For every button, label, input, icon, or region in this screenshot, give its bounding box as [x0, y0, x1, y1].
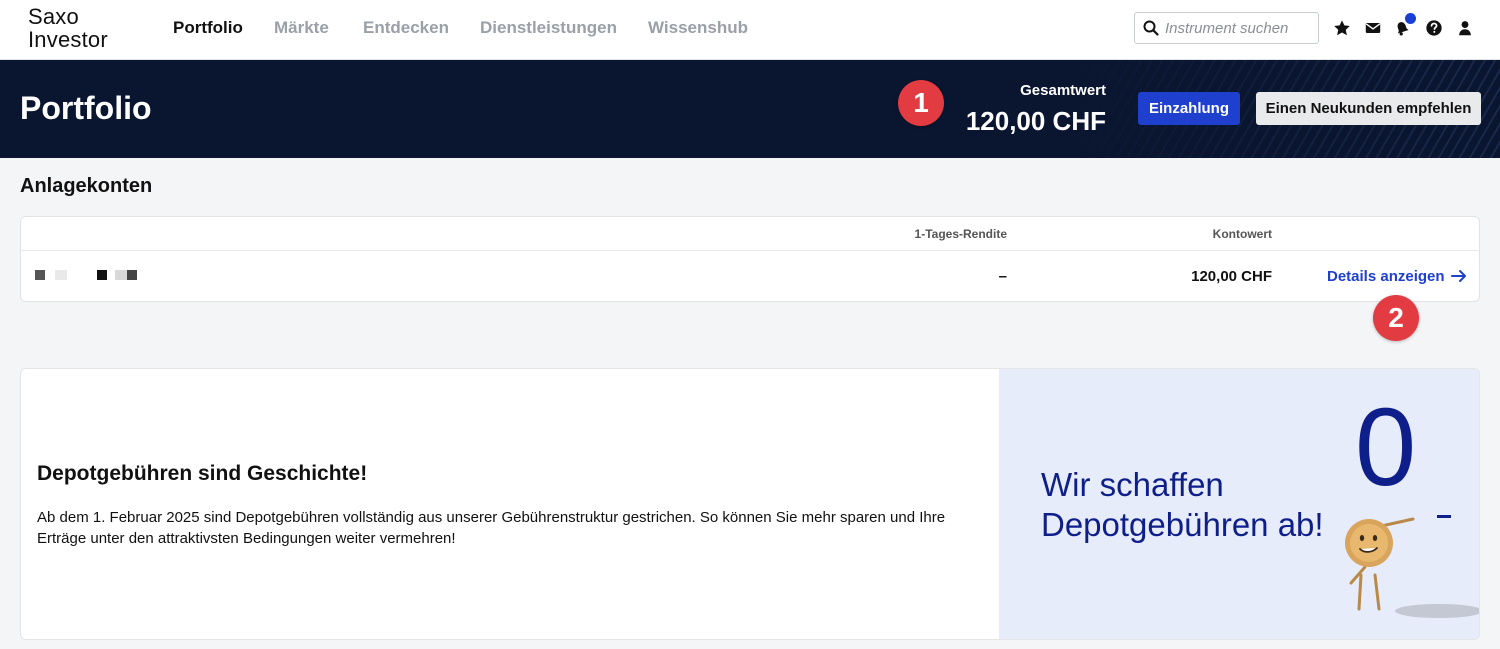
big-zero-figure: 0 — [1355, 386, 1417, 509]
portfolio-header: Portfolio 1 Gesamtwert 120,00 CHF Einzah… — [0, 60, 1500, 158]
callout-marker-1: 1 — [898, 80, 944, 126]
nav-item-entdecken[interactable]: Entdecken — [363, 18, 449, 38]
row-1d-return: – — [998, 268, 1007, 285]
accounts-table-header: 1-Tages-Rendite Kontowert — [21, 217, 1479, 251]
accounts-section-title: Anlagekonten — [20, 175, 153, 197]
search-input[interactable] — [1165, 18, 1315, 38]
mail-icon[interactable] — [1364, 19, 1382, 37]
deposit-button[interactable]: Einzahlung — [1138, 92, 1240, 125]
column-header-1d-return: 1-Tages-Rendite — [914, 227, 1007, 241]
table-row[interactable]: – 120,00 CHF Details anzeigen — [21, 251, 1479, 301]
logo-line-1: Saxo — [28, 4, 79, 29]
callout-marker-2: 2 — [1373, 295, 1419, 341]
refer-customer-button[interactable]: Einen Neukunden empfehlen — [1256, 92, 1481, 125]
user-icon[interactable] — [1456, 19, 1474, 37]
promo-banner-image: Wir schaffen Depotgebühren ab! 0 — [999, 369, 1479, 639]
star-icon[interactable] — [1333, 19, 1351, 37]
notification-badge — [1405, 13, 1416, 24]
nav-item-wissenshub[interactable]: Wissenshub — [648, 18, 748, 38]
promo-headline: Wir schaffen Depotgebühren ab! — [1041, 465, 1324, 545]
row-account-value: 120,00 CHF — [1191, 268, 1272, 285]
promo-card[interactable]: Depotgebühren sind Geschichte! Ab dem 1.… — [20, 368, 1480, 640]
logo-line-2: Investor — [28, 27, 108, 52]
arrow-right-icon — [1450, 270, 1466, 282]
saxo-investor-logo[interactable]: Saxo Investor — [28, 5, 108, 51]
help-icon[interactable] — [1425, 19, 1443, 37]
promo-title: Depotgebühren sind Geschichte! — [37, 462, 368, 485]
total-value-amount: 120,00 CHF — [965, 106, 1106, 136]
promo-headline-line-2: Depotgebühren ab! — [1041, 506, 1324, 543]
nav-item-dienstleistungen[interactable]: Dienstleistungen — [480, 18, 617, 38]
instrument-search[interactable] — [1134, 12, 1319, 44]
details-link[interactable]: Details anzeigen — [1327, 268, 1467, 285]
total-value-label: Gesamtwert — [1020, 82, 1106, 99]
details-link-label: Details anzeigen — [1327, 268, 1445, 285]
coin-mascot-illustration — [1345, 517, 1479, 618]
nav-item-maerkte[interactable]: Märkte — [274, 18, 329, 38]
search-icon — [1143, 20, 1159, 36]
column-header-account-value: Kontowert — [1212, 227, 1272, 241]
page-title: Portfolio — [20, 90, 152, 126]
accounts-table: 1-Tages-Rendite Kontowert – 120,00 CHF D… — [20, 216, 1480, 302]
promo-headline-line-1: Wir schaffen — [1041, 466, 1224, 503]
nav-item-portfolio[interactable]: Portfolio — [173, 18, 243, 38]
promo-text: Ab dem 1. Februar 2025 sind Depotgebühre… — [37, 509, 946, 547]
top-navigation: Saxo Investor Portfolio Märkte Entdecken… — [0, 0, 1500, 60]
